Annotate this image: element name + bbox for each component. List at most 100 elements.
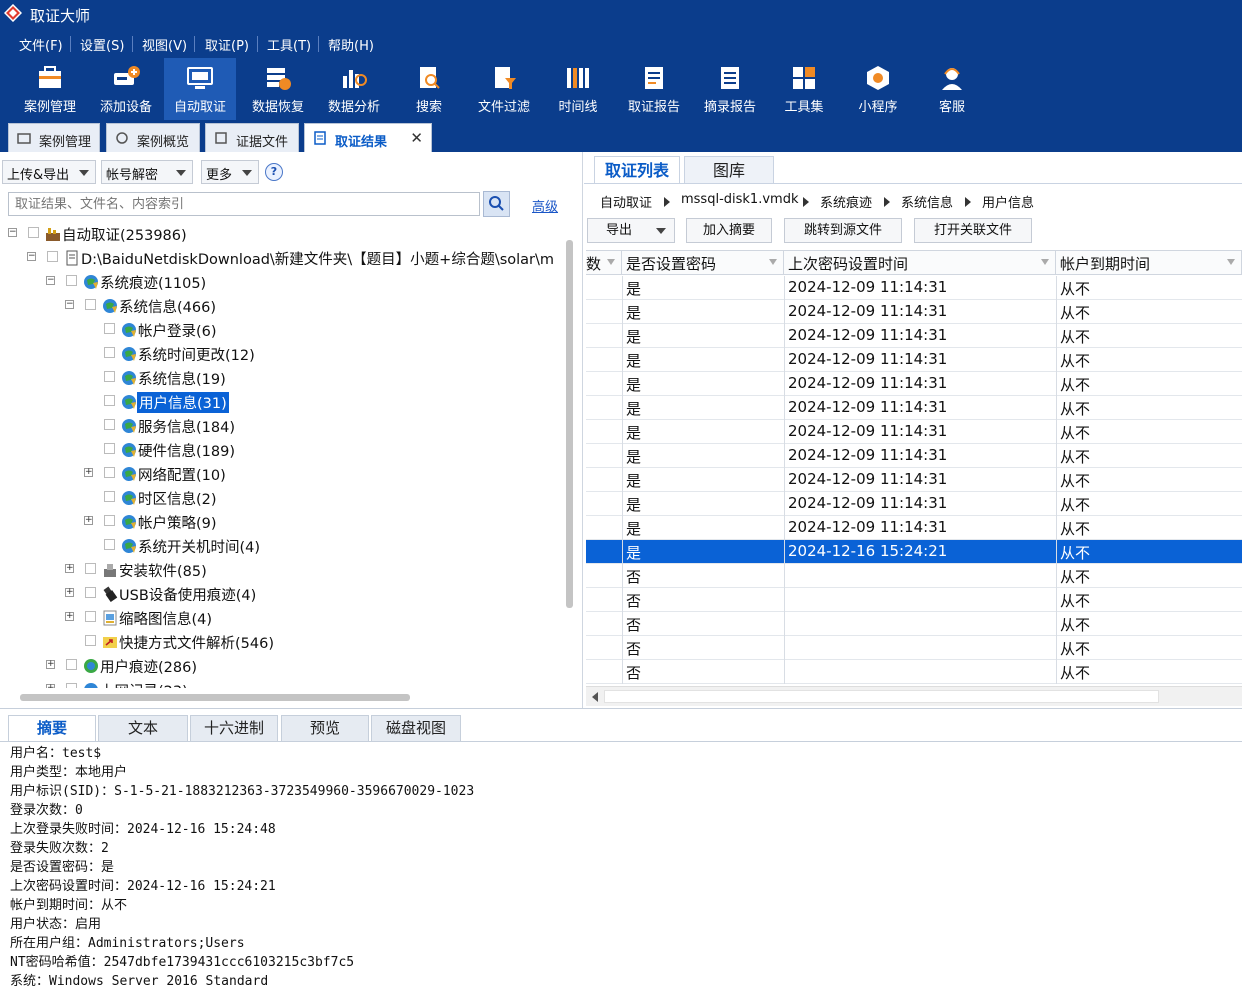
tab-forensic-list[interactable]: 取证列表 (594, 156, 680, 184)
toolbar-file-filter-button[interactable]: 文件过滤 (468, 58, 540, 120)
tree-checkbox[interactable] (104, 515, 115, 526)
tab-gallery[interactable]: 图库 (684, 156, 774, 184)
tab-forensic-results[interactable]: 取证结果 ✕ (304, 123, 432, 152)
tree-checkbox[interactable] (85, 587, 96, 598)
breadcrumb-item[interactable]: mssql-disk1.vmdk (681, 192, 798, 207)
tab-disk-view[interactable]: 磁盘视图 (371, 715, 461, 742)
help-icon[interactable]: ? (265, 163, 283, 181)
toolbar-timeline-button[interactable]: 时间线 (542, 58, 614, 120)
column-header[interactable]: 是否设置密码 (622, 251, 784, 275)
tree-checkbox[interactable] (104, 323, 115, 334)
tab-evidence-files[interactable]: 证据文件 (205, 123, 299, 152)
toolbar-mini-program-button[interactable]: 小程序 (842, 58, 914, 120)
filter-icon[interactable] (1041, 259, 1049, 265)
filter-icon[interactable] (769, 259, 777, 265)
table-row[interactable]: 是 2024-12-09 11:14:31 从不 (586, 276, 1242, 300)
filter-icon[interactable] (1227, 259, 1235, 265)
toolbar-data-recovery-button[interactable]: 数据恢复 (242, 58, 314, 120)
expand-icon[interactable]: + (46, 684, 55, 688)
menu-forensic[interactable]: 取证(P) (205, 35, 249, 54)
table-row[interactable]: 否 从不 (586, 588, 1242, 612)
toolbar-auto-forensic-button[interactable]: 自动取证 (164, 58, 236, 120)
tab-case-overview[interactable]: 案例概览 (106, 123, 200, 152)
expand-icon[interactable]: + (84, 516, 93, 525)
table-row[interactable]: 是 2024-12-09 11:14:31 从不 (586, 324, 1242, 348)
toolbar-customer-service-button[interactable]: 客服 (916, 58, 988, 120)
breadcrumb-item[interactable]: 用户信息 (982, 192, 1034, 211)
table-row[interactable]: 否 从不 (586, 612, 1242, 636)
tab-text[interactable]: 文本 (98, 715, 188, 742)
toolbar-add-device-button[interactable]: 添加设备 (90, 58, 162, 120)
menu-help[interactable]: 帮助(H) (328, 35, 374, 54)
table-row[interactable]: 是 2024-12-09 11:14:31 从不 (586, 492, 1242, 516)
table-row[interactable]: 是 2024-12-09 11:14:31 从不 (586, 300, 1242, 324)
tree-checkbox[interactable] (104, 395, 115, 406)
upload-export-dropdown[interactable]: 上传&导出 (2, 160, 96, 184)
expand-icon[interactable]: + (84, 468, 93, 477)
column-header[interactable]: 帐户到期时间 (1056, 251, 1242, 275)
table-row[interactable]: 是 2024-12-09 11:14:31 从不 (586, 516, 1242, 540)
collapse-icon[interactable]: − (8, 228, 17, 237)
open-related-file-button[interactable]: 打开关联文件 (914, 218, 1032, 243)
table-row[interactable]: 是 2024-12-09 11:14:31 从不 (586, 348, 1242, 372)
table-row[interactable]: 是 2024-12-09 11:14:31 从不 (586, 444, 1242, 468)
tab-summary[interactable]: 摘要 (8, 715, 96, 742)
search-button[interactable] (483, 191, 510, 217)
table-row[interactable]: 是 2024-12-09 11:14:31 从不 (586, 396, 1242, 420)
expand-icon[interactable]: + (46, 660, 55, 669)
breadcrumb-item[interactable]: 自动取证 (600, 192, 652, 211)
tree-checkbox[interactable] (85, 563, 96, 574)
toolbar-excerpt-report-button[interactable]: 摘录报告 (694, 58, 766, 120)
tab-preview[interactable]: 预览 (281, 715, 369, 742)
scrollbar-thumb[interactable] (604, 690, 1159, 703)
tree-checkbox[interactable] (104, 347, 115, 358)
menu-tools[interactable]: 工具(T) (267, 35, 311, 54)
collapse-icon[interactable]: − (65, 300, 74, 309)
tab-case-manage[interactable]: 案例管理 (8, 123, 100, 152)
toolbar-search-button[interactable]: 搜索 (393, 58, 465, 120)
tab-hex[interactable]: 十六进制 (190, 715, 278, 742)
table-row[interactable]: 否 从不 (586, 660, 1242, 684)
toolbar-report-button[interactable]: 取证报告 (618, 58, 690, 120)
menu-file[interactable]: 文件(F) (19, 35, 63, 54)
tree-checkbox[interactable] (104, 467, 115, 478)
advanced-search-link[interactable]: 高级 (532, 196, 558, 215)
table-horizontal-scrollbar[interactable] (586, 686, 1242, 706)
table-row[interactable]: 否 从不 (586, 636, 1242, 660)
menu-settings[interactable]: 设置(S) (80, 35, 124, 54)
collapse-icon[interactable]: − (46, 276, 55, 285)
breadcrumb-item[interactable]: 系统信息 (901, 192, 953, 211)
tree-checkbox[interactable] (104, 491, 115, 502)
column-header[interactable]: 上次密码设置时间 (784, 251, 1056, 275)
account-decrypt-dropdown[interactable]: 帐号解密 (101, 160, 193, 184)
add-to-summary-button[interactable]: 加入摘要 (686, 218, 772, 243)
tree-checkbox[interactable] (66, 275, 77, 286)
filter-icon[interactable] (607, 259, 615, 265)
expand-icon[interactable]: + (65, 564, 74, 573)
search-input[interactable] (8, 192, 480, 216)
tree-checkbox[interactable] (66, 683, 77, 688)
collapse-icon[interactable]: − (27, 252, 36, 261)
breadcrumb-item[interactable]: 系统痕迹 (820, 192, 872, 211)
tree-checkbox[interactable] (85, 299, 96, 310)
jump-to-source-button[interactable]: 跳转到源文件 (784, 218, 902, 243)
tree-horizontal-scrollbar[interactable] (20, 694, 410, 701)
more-dropdown[interactable]: 更多 (201, 160, 259, 184)
table-row[interactable]: 是 2024-12-09 11:14:31 从不 (586, 420, 1242, 444)
toolbar-data-analysis-button[interactable]: 数据分析 (318, 58, 390, 120)
column-header[interactable]: 数 (586, 251, 622, 275)
tree-checkbox[interactable] (66, 659, 77, 670)
table-row[interactable]: 是 2024-12-16 15:24:21 从不 (586, 540, 1242, 564)
tree-checkbox[interactable] (104, 419, 115, 430)
expand-icon[interactable]: + (65, 612, 74, 621)
table-row[interactable]: 是 2024-12-09 11:14:31 从不 (586, 468, 1242, 492)
scroll-left-icon[interactable] (592, 692, 598, 702)
tree-vertical-scrollbar[interactable] (566, 240, 573, 608)
tree-checkbox[interactable] (104, 539, 115, 550)
table-row[interactable]: 否 从不 (586, 564, 1242, 588)
tree-checkbox[interactable] (47, 251, 58, 262)
tree-checkbox[interactable] (85, 635, 96, 646)
menu-view[interactable]: 视图(V) (142, 35, 187, 54)
expand-icon[interactable]: + (65, 588, 74, 597)
table-row[interactable]: 是 2024-12-09 11:14:31 从不 (586, 372, 1242, 396)
